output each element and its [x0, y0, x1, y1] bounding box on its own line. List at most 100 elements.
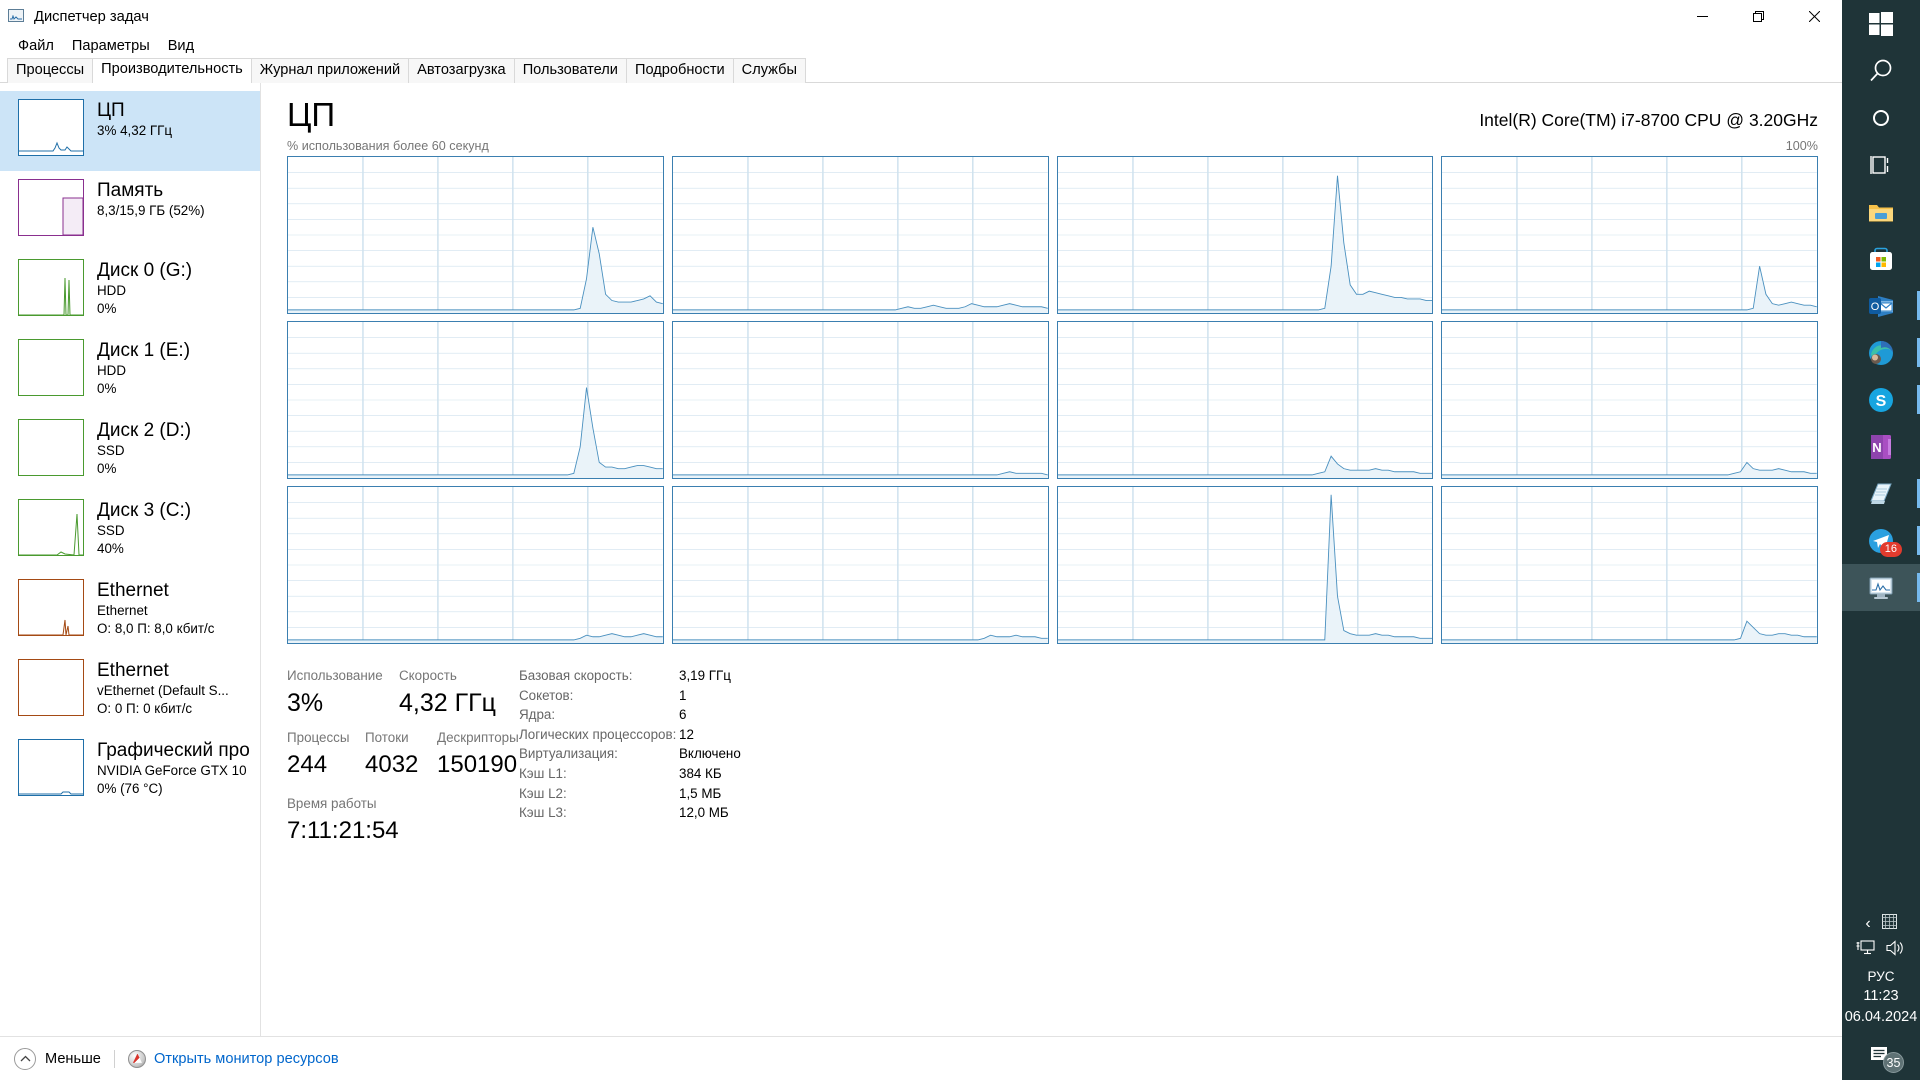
maximize-button[interactable]	[1730, 0, 1786, 33]
chevron-up-icon	[14, 1047, 36, 1070]
fewer-details-button[interactable]: Меньше	[14, 1047, 101, 1070]
sidebar-item-info: Графический про NVIDIA GeForce GTX 10 0% (…	[97, 739, 250, 798]
cpu-graph-6[interactable]	[1056, 321, 1434, 479]
tab-startup[interactable]: Автозагрузка	[408, 58, 515, 83]
cpu-graph-9[interactable]	[671, 486, 1049, 644]
taskbar-task-manager[interactable]	[1842, 564, 1920, 611]
onedrive-icon[interactable]	[1881, 914, 1897, 934]
taskbar-onenote[interactable]: N	[1842, 423, 1920, 470]
task-view-icon	[1866, 150, 1896, 180]
menu-options[interactable]: Параметры	[63, 36, 159, 56]
network-icon[interactable]	[1856, 939, 1875, 961]
taskbar-telegram[interactable]: 16	[1842, 517, 1920, 564]
sidebar-item-title: Диск 0 (G:)	[97, 260, 193, 281]
tab-details[interactable]: Подробности	[625, 58, 734, 83]
cpu-header: ЦП Intel(R) Core(TM) i7-8700 CPU @ 3.20G…	[287, 95, 1818, 135]
sidebar-item-info: ЦП 3% 4,32 ГГц	[97, 99, 172, 140]
status-bar: Меньше Открыть монитор ресурсов	[0, 1036, 1842, 1080]
cpu-detail-value: 6	[679, 707, 687, 723]
sidebar-item-8[interactable]: Графический про NVIDIA GeForce GTX 10 0% (…	[0, 731, 260, 811]
taskbar-outlook[interactable]: O	[1842, 282, 1920, 329]
window-title: Диспетчер задач	[34, 8, 149, 25]
system-tray: ‹ РУС 11:23 06.04.2024 35	[1842, 911, 1920, 1080]
chevron-left-icon[interactable]: ‹	[1865, 916, 1870, 932]
sidebar-item-title: Диск 3 (C:)	[97, 500, 192, 521]
handles-value: 150190	[437, 751, 518, 778]
cpu-graph-1[interactable]	[671, 156, 1049, 314]
cpu-detail-key: Кэш L1:	[519, 765, 567, 781]
sidebar-item-6[interactable]: Ethernet Ethernet О: 8,0 П: 8,0 кбит/с	[0, 571, 260, 651]
sidebar-item-subtitle: NVIDIA GeForce GTX 10	[97, 763, 247, 778]
performance-body: ЦП 3% 4,32 ГГц Память 8,3/15,9 ГБ (52%) Диск…	[0, 83, 1842, 1036]
taskbar-microsoft-edge[interactable]	[1842, 329, 1920, 376]
cpu-detail-key: Базовая скорость:	[519, 668, 633, 683]
sidebar-item-metric: 0%	[97, 461, 117, 476]
sidebar-item-subtitle: HDD	[97, 363, 127, 378]
menu-view[interactable]: Вид	[159, 36, 203, 56]
cpu-graph-5[interactable]	[671, 321, 1049, 479]
cpu-detail-row: Ядра: 6	[519, 705, 1818, 725]
taskbar-file-explorer[interactable]	[1842, 188, 1920, 235]
sidebar-thumbnail	[18, 339, 84, 396]
tab-performance[interactable]: Производительность	[92, 58, 252, 83]
taskbar-start-button[interactable]	[1842, 0, 1920, 47]
sidebar-item-subtitle: SSD	[97, 443, 125, 458]
close-button[interactable]	[1786, 0, 1842, 33]
cpu-graph-8[interactable]	[287, 486, 664, 644]
taskbar-cortana-button[interactable]	[1842, 94, 1920, 141]
cpu-graph-0[interactable]	[287, 156, 664, 314]
taskbar-task-view-button[interactable]	[1842, 141, 1920, 188]
menu-file[interactable]: Файл	[9, 36, 63, 56]
store-icon	[1866, 244, 1896, 274]
cpu-graph-2[interactable]	[1056, 156, 1434, 314]
sidebar-item-3[interactable]: Диск 1 (E:) HDD 0%	[0, 331, 260, 411]
taskbar-notepad[interactable]	[1842, 470, 1920, 517]
sidebar-thumbnail	[18, 659, 84, 716]
logical-processor-graphs[interactable]	[287, 156, 1818, 644]
page-title: ЦП	[287, 96, 336, 133]
cpu-graph-4[interactable]	[287, 321, 664, 479]
minimize-button[interactable]	[1674, 0, 1730, 33]
sidebar-thumbnail	[18, 99, 84, 156]
sidebar-item-5[interactable]: Диск 3 (C:) SSD 40%	[0, 491, 260, 571]
sidebar-item-2[interactable]: Диск 0 (G:) HDD 0%	[0, 251, 260, 331]
taskbar-search-button[interactable]	[1842, 47, 1920, 94]
notepad-icon	[1866, 479, 1896, 509]
sidebar-item-info: Диск 0 (G:) HDD 0%	[97, 259, 192, 318]
tab-services[interactable]: Службы	[732, 58, 806, 83]
sidebar-item-metric: О: 0 П: 0 кбит/с	[97, 701, 193, 716]
tab-strip: Процессы Производительность Журнал прило…	[0, 58, 1842, 83]
folder-icon	[1866, 197, 1896, 227]
tab-app-history[interactable]: Журнал приложений	[250, 58, 410, 83]
cpu-graph-3[interactable]	[1441, 156, 1818, 314]
sidebar-item-1[interactable]: Память 8,3/15,9 ГБ (52%)	[0, 171, 260, 251]
tab-users[interactable]: Пользователи	[513, 58, 627, 83]
notification-badge: 35	[1883, 1052, 1904, 1073]
tab-processes[interactable]: Процессы	[7, 58, 94, 83]
sidebar-item-7[interactable]: Ethernet vEthernet (Default S... О: 0 П: 0…	[0, 651, 260, 731]
volume-icon[interactable]	[1886, 939, 1906, 961]
cpu-graph-11[interactable]	[1441, 486, 1818, 644]
sidebar-item-0[interactable]: ЦП 3% 4,32 ГГц	[0, 91, 260, 171]
sidebar-item-metric: 0%	[97, 381, 117, 396]
open-resource-monitor-link[interactable]: Открыть монитор ресурсов	[127, 1049, 339, 1068]
cpu-detail-key: Логических процессоров:	[519, 726, 677, 742]
window-controls	[1674, 0, 1842, 33]
clock[interactable]: 11:23 06.04.2024	[1845, 986, 1918, 1034]
sidebar-item-info: Диск 2 (D:) SSD 0%	[97, 419, 191, 478]
sidebar-item-4[interactable]: Диск 2 (D:) SSD 0%	[0, 411, 260, 491]
onenote-icon: N	[1866, 432, 1896, 462]
cpu-graph-10[interactable]	[1056, 486, 1434, 644]
graph-xaxis-label: % использования более 60 секунд	[287, 139, 489, 153]
open-resource-monitor-label: Открыть монитор ресурсов	[153, 1050, 339, 1067]
sidebar-item-title: Ethernet	[97, 660, 169, 681]
task-manager-icon	[1866, 573, 1896, 603]
cpu-graph-7[interactable]	[1441, 321, 1818, 479]
cpu-detail-value: 1,5 МБ	[679, 785, 722, 801]
language-indicator[interactable]: РУС	[1867, 963, 1894, 986]
cpu-detail-row: Сокетов: 1	[519, 686, 1818, 706]
taskbar-microsoft-store[interactable]	[1842, 235, 1920, 282]
taskbar-skype[interactable]: S	[1842, 376, 1920, 423]
notification-center-button[interactable]: 35	[1842, 1034, 1920, 1076]
cpu-stats-primary: Использование 3% Скорость 4,32 ГГц Проце…	[287, 666, 519, 1036]
